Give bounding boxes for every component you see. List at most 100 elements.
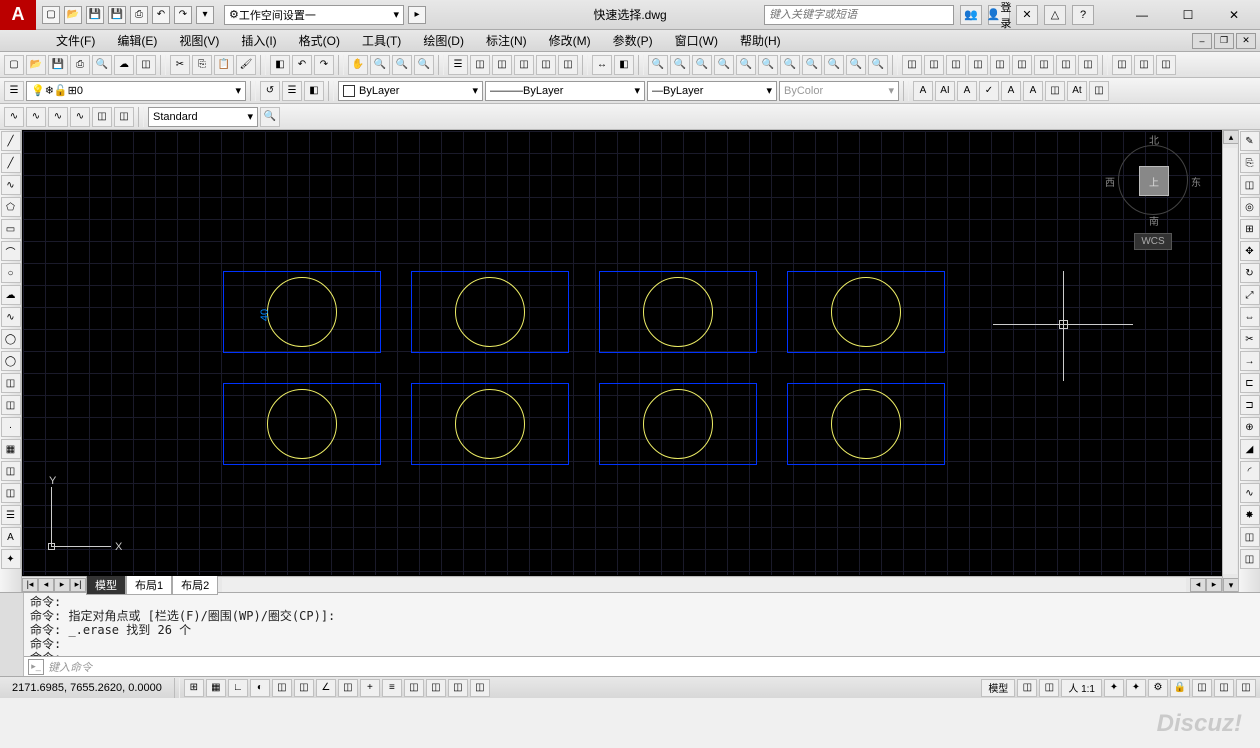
- text-a-icon[interactable]: A: [913, 81, 933, 101]
- area-icon[interactable]: ◧: [614, 55, 634, 75]
- line-icon[interactable]: ╱: [1, 131, 21, 151]
- zoom-h-icon[interactable]: 🔍: [802, 55, 822, 75]
- saveas-icon[interactable]: 💾: [108, 6, 126, 24]
- arc-icon[interactable]: ⌒: [1, 241, 21, 261]
- spline-f-icon[interactable]: ◫: [114, 107, 134, 127]
- ref-e-icon[interactable]: ◫: [990, 55, 1010, 75]
- insert-block-icon[interactable]: ◫: [1, 373, 21, 393]
- ref-d-icon[interactable]: ◫: [968, 55, 988, 75]
- preview-icon[interactable]: 🔍: [92, 55, 112, 75]
- otrack-icon[interactable]: ∠: [316, 679, 336, 697]
- extend-icon[interactable]: →: [1240, 351, 1260, 371]
- osnap-icon[interactable]: ◫: [272, 679, 292, 697]
- undo2-icon[interactable]: ↶: [292, 55, 312, 75]
- text-h-icon[interactable]: At: [1067, 81, 1087, 101]
- layer-state-icon[interactable]: ☰: [282, 81, 302, 101]
- trim-icon[interactable]: ✂: [1240, 329, 1260, 349]
- text-b-icon[interactable]: AI: [935, 81, 955, 101]
- viewcube-top[interactable]: 上: [1139, 166, 1169, 196]
- table-icon[interactable]: ☰: [1, 505, 21, 525]
- view-cube[interactable]: 上 北 南 东 西 WCS: [1113, 145, 1193, 245]
- text-f-icon[interactable]: A: [1023, 81, 1043, 101]
- ref-i-icon[interactable]: ◫: [1078, 55, 1098, 75]
- undo-icon[interactable]: ↶: [152, 6, 170, 24]
- menu-format[interactable]: 格式(O): [289, 30, 350, 51]
- open-icon[interactable]: 📂: [64, 6, 82, 24]
- layer-iso-icon[interactable]: ◧: [304, 81, 324, 101]
- new-icon[interactable]: ▢: [42, 6, 60, 24]
- menu-window[interactable]: 窗口(W): [665, 30, 728, 51]
- polyline-icon[interactable]: ∿: [1, 175, 21, 195]
- scale-icon[interactable]: ⤢: [1240, 285, 1260, 305]
- matchprop-icon[interactable]: 🖌: [236, 55, 256, 75]
- am-icon[interactable]: ◫: [470, 679, 490, 697]
- tab-next-icon[interactable]: ▸: [54, 578, 70, 592]
- coordinates-readout[interactable]: 2171.6985, 7655.2620, 0.0000: [4, 682, 170, 694]
- dyn-icon[interactable]: +: [360, 679, 380, 697]
- command-input[interactable]: ▸_键入命令: [24, 656, 1260, 676]
- open-file-icon[interactable]: 📂: [26, 55, 46, 75]
- spline-d-icon[interactable]: ∿: [70, 107, 90, 127]
- lineweight-selector[interactable]: — ByLayer▾: [647, 81, 777, 101]
- menu-draw[interactable]: 绘图(D): [413, 30, 474, 51]
- zoom-realtime-icon[interactable]: 🔍: [370, 55, 390, 75]
- save-icon[interactable]: 💾: [86, 6, 104, 24]
- offset-icon[interactable]: ◎: [1240, 197, 1260, 217]
- mirror-icon[interactable]: ◫: [1240, 175, 1260, 195]
- addselected-icon[interactable]: ✦: [1, 549, 21, 569]
- ref-h-icon[interactable]: ◫: [1056, 55, 1076, 75]
- menu-file[interactable]: 文件(F): [46, 30, 105, 51]
- break2-icon[interactable]: ⊐: [1240, 395, 1260, 415]
- layer-manager-icon[interactable]: ☰: [4, 81, 24, 101]
- gradient-icon[interactable]: ◫: [1, 461, 21, 481]
- textstyle-dlg-icon[interactable]: 🔍: [260, 107, 280, 127]
- qp-icon[interactable]: ◫: [426, 679, 446, 697]
- textstyle-selector[interactable]: Standard▾: [148, 107, 258, 127]
- zoom-e-icon[interactable]: 🔍: [736, 55, 756, 75]
- qat-more-icon[interactable]: ▾: [196, 6, 214, 24]
- tpy-icon[interactable]: ◫: [404, 679, 424, 697]
- polygon-icon[interactable]: ⬠: [1, 197, 21, 217]
- workspace-arrow-icon[interactable]: ▸: [408, 6, 426, 24]
- mdi-minimize-button[interactable]: –: [1192, 33, 1212, 49]
- ref-c-icon[interactable]: ◫: [946, 55, 966, 75]
- make-block-icon[interactable]: ◫: [1, 395, 21, 415]
- spline-a-icon[interactable]: ∿: [4, 107, 24, 127]
- workspace-selector[interactable]: ⚙ 工作空间设置一▾: [224, 5, 404, 25]
- app-logo[interactable]: A: [0, 0, 36, 30]
- pan-icon[interactable]: ✋: [348, 55, 368, 75]
- text-c-icon[interactable]: A: [957, 81, 977, 101]
- zoom-d-icon[interactable]: 🔍: [714, 55, 734, 75]
- mod-y-icon[interactable]: ◫: [1240, 549, 1260, 569]
- login-button[interactable]: 👤 登录: [988, 5, 1010, 25]
- erase-icon[interactable]: ✎: [1240, 131, 1260, 151]
- hatch-icon[interactable]: ▦: [1, 439, 21, 459]
- copy2-icon[interactable]: ⎘: [1240, 153, 1260, 173]
- ref-k-icon[interactable]: ◫: [1134, 55, 1154, 75]
- spline-b-icon[interactable]: ∿: [26, 107, 46, 127]
- ref-b-icon[interactable]: ◫: [924, 55, 944, 75]
- tab-layout1[interactable]: 布局1: [126, 575, 172, 595]
- isolate-icon[interactable]: ◫: [1214, 679, 1234, 697]
- point-icon[interactable]: ·: [1, 417, 21, 437]
- new-file-icon[interactable]: ▢: [4, 55, 24, 75]
- properties-icon[interactable]: ☰: [448, 55, 468, 75]
- annoscale-button[interactable]: 人 1:1: [1061, 679, 1102, 697]
- vscroll-down-icon[interactable]: ▾: [1223, 578, 1239, 592]
- copy-icon[interactable]: ⎘: [192, 55, 212, 75]
- polar-icon[interactable]: ◐: [250, 679, 270, 697]
- model-button[interactable]: 模型: [981, 679, 1015, 697]
- menu-insert[interactable]: 插入(I): [231, 30, 286, 51]
- join-icon[interactable]: ⊕: [1240, 417, 1260, 437]
- cut-icon[interactable]: ✂: [170, 55, 190, 75]
- text-i-icon[interactable]: ◫: [1089, 81, 1109, 101]
- menu-view[interactable]: 视图(V): [169, 30, 229, 51]
- 3ddwf-icon[interactable]: ◫: [136, 55, 156, 75]
- chamfer-icon[interactable]: ◢: [1240, 439, 1260, 459]
- ref-l-icon[interactable]: ◫: [1156, 55, 1176, 75]
- hscroll-right-icon[interactable]: ▸: [1206, 578, 1222, 592]
- zoom-j-icon[interactable]: 🔍: [846, 55, 866, 75]
- zoom-window-icon[interactable]: 🔍: [414, 55, 434, 75]
- xline-icon[interactable]: ╱: [1, 153, 21, 173]
- ducs-icon[interactable]: ◫: [338, 679, 358, 697]
